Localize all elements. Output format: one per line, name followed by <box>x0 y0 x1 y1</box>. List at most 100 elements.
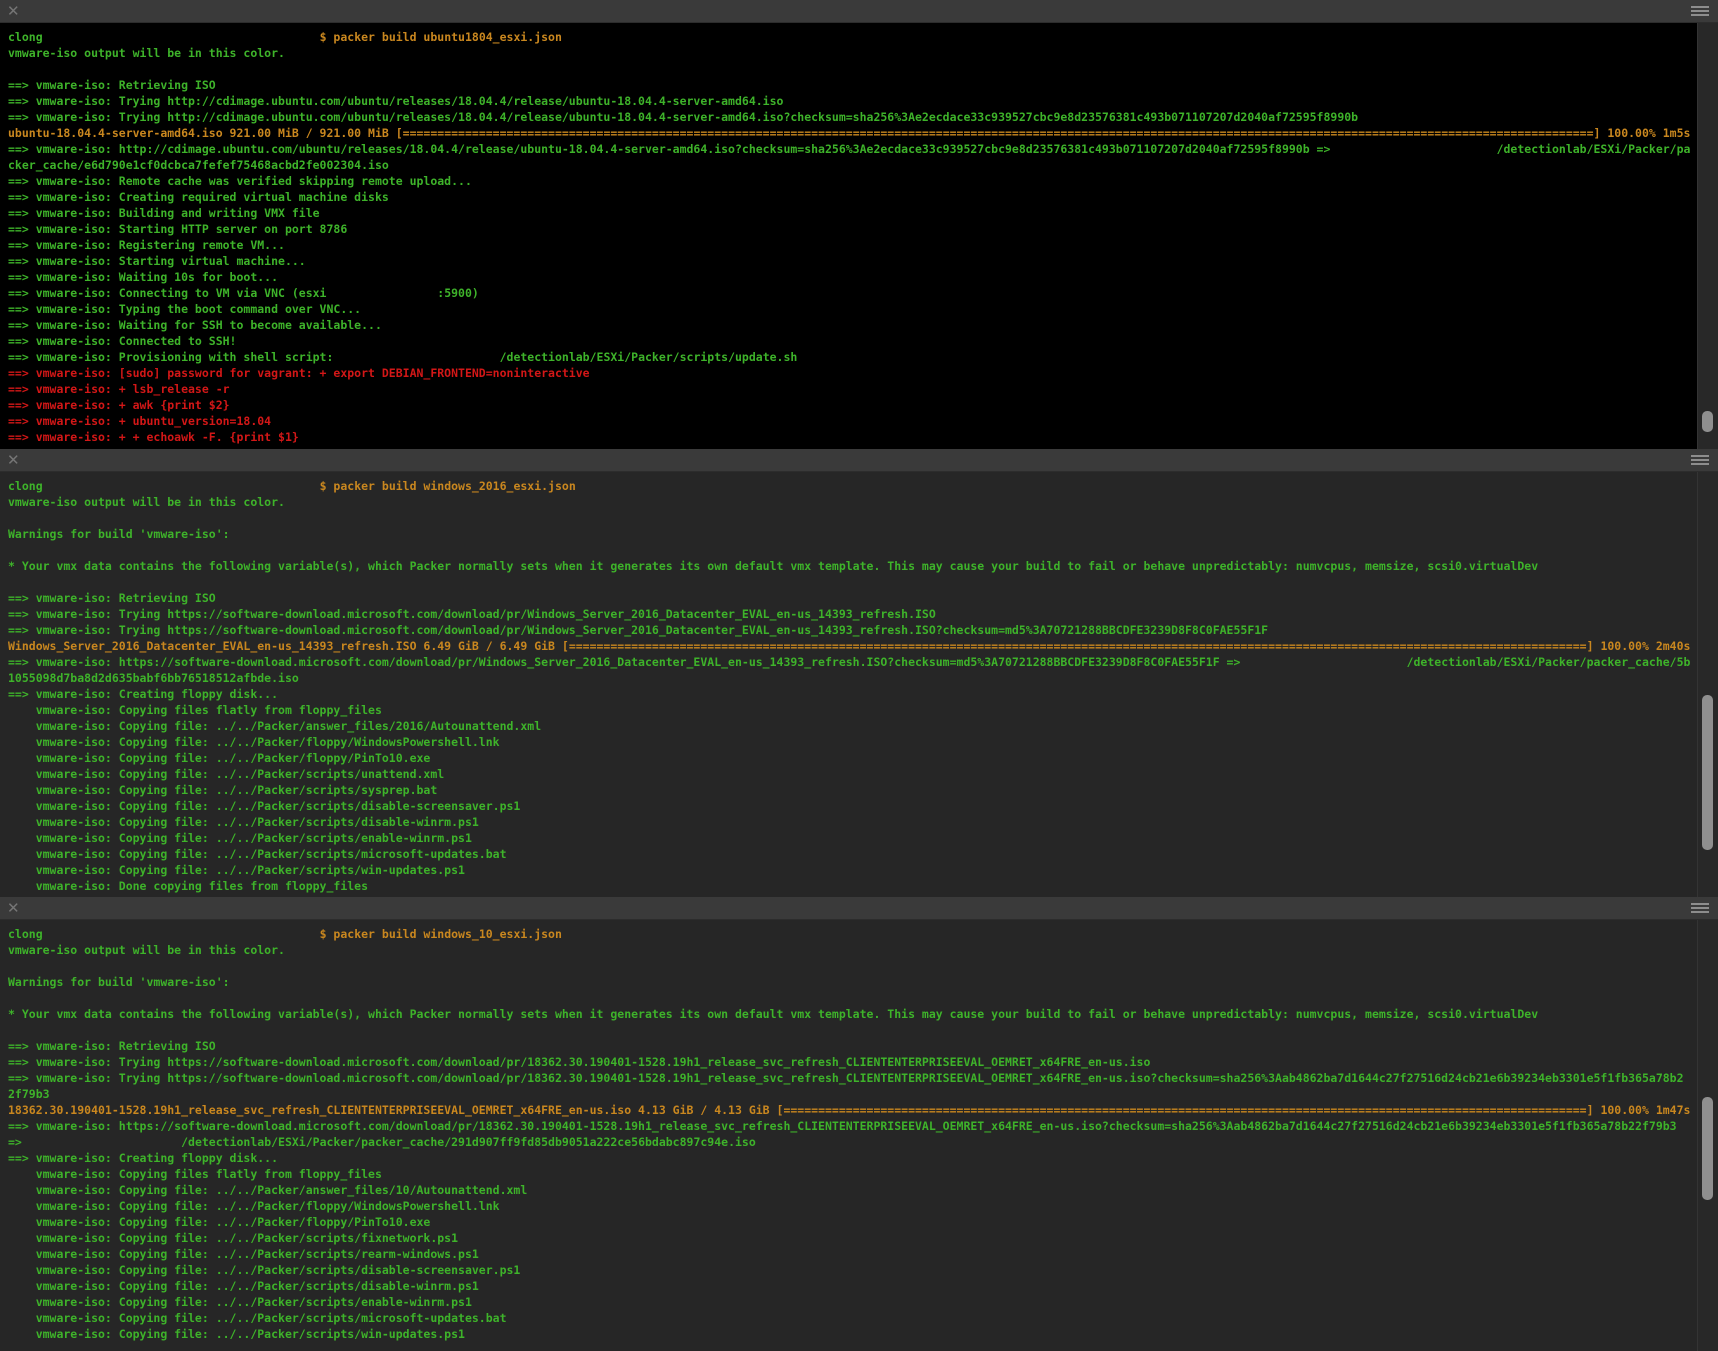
scrollbar-thumb[interactable] <box>1702 1097 1713 1200</box>
terminal-line: vmware-iso: Copying file: ../../Packer/f… <box>8 750 1698 766</box>
terminal-line: vmware-iso: Copying file: ../../Packer/a… <box>8 1182 1698 1198</box>
terminal-line <box>8 510 1698 526</box>
terminal-line: ==> vmware-iso: + ubuntu_version=18.04 <box>8 413 1698 429</box>
terminal-line <box>8 61 1698 77</box>
pane-header: ✕ <box>0 0 1718 23</box>
terminal-line: clong $ packer build ubuntu1804_esxi.jso… <box>8 29 1698 45</box>
terminal-line: cker_cache/e6d790e1cf0dcbca7fefef75468ac… <box>8 157 1698 173</box>
terminal-line <box>8 990 1698 1006</box>
terminal-line: ubuntu-18.04.4-server-amd64.iso 921.00 M… <box>8 125 1698 141</box>
terminal-line: ==> vmware-iso: Building and writing VMX… <box>8 205 1698 221</box>
terminal-line: ==> vmware-iso: https://software-downloa… <box>8 654 1698 670</box>
terminal-line: ==> vmware-iso: Connecting to VM via VNC… <box>8 285 1698 301</box>
terminal-line: ==> vmware-iso: Trying https://software-… <box>8 1054 1698 1070</box>
terminal-line: ==> vmware-iso: Trying http://cdimage.ub… <box>8 93 1698 109</box>
terminal-line: vmware-iso: Copying file: ../../Packer/f… <box>8 734 1698 750</box>
close-icon[interactable]: ✕ <box>7 451 20 469</box>
terminal-output: clong $ packer build windows_10_esxi.jso… <box>0 920 1698 1351</box>
terminal-line: vmware-iso: Copying file: ../../Packer/s… <box>8 766 1698 782</box>
terminal-line: vmware-iso: Copying file: ../../Packer/s… <box>8 782 1698 798</box>
terminal-line: vmware-iso: Copying file: ../../Packer/s… <box>8 1262 1698 1278</box>
terminal-line: vmware-iso output will be in this color. <box>8 494 1698 510</box>
terminal-line: ==> vmware-iso: Trying https://software-… <box>8 1070 1698 1086</box>
terminal-line: Warnings for build 'vmware-iso': <box>8 974 1698 990</box>
terminal-line: vmware-iso: Copying file: ../../Packer/s… <box>8 798 1698 814</box>
hamburger-icon <box>1691 907 1709 909</box>
terminal-line: vmware-iso: Copying file: ../../Packer/s… <box>8 862 1698 878</box>
terminal-line: ==> vmware-iso: Waiting 10s for boot... <box>8 269 1698 285</box>
terminal-line: vmware-iso: Copying file: ../../Packer/s… <box>8 1278 1698 1294</box>
terminal-line: ==> vmware-iso: Trying https://software-… <box>8 622 1698 638</box>
scrollbar[interactable] <box>1697 472 1718 897</box>
terminal-line: ==> vmware-iso: + awk {print $2} <box>8 397 1698 413</box>
terminal-line: vmware-iso: Copying file: ../../Packer/s… <box>8 1230 1698 1246</box>
terminal-line: vmware-iso: Copying file: ../../Packer/s… <box>8 830 1698 846</box>
terminal-line: ==> vmware-iso: Registering remote VM... <box>8 237 1698 253</box>
terminal-line: ==> vmware-iso: Retrieving ISO <box>8 590 1698 606</box>
close-icon[interactable]: ✕ <box>7 899 20 917</box>
menu-icon[interactable] <box>1691 454 1709 466</box>
terminal-pane-ubuntu1804-build: ✕ clong $ packer build ubuntu1804_esxi.j… <box>0 0 1718 449</box>
terminal-output: clong $ packer build windows_2016_esxi.j… <box>0 472 1698 897</box>
terminal-line: => /detectionlab/ESXi/Packer/packer_cach… <box>8 1134 1698 1150</box>
terminal-line: vmware-iso: Copying file: ../../Packer/f… <box>8 1198 1698 1214</box>
terminal-line <box>8 574 1698 590</box>
terminal-line: ==> vmware-iso: Remote cache was verifie… <box>8 173 1698 189</box>
terminal-line: vmware-iso output will be in this color. <box>8 942 1698 958</box>
terminal-pane-windows10-build: ✕ clong $ packer build windows_10_esxi.j… <box>0 897 1718 1351</box>
terminal-line: vmware-iso: Copying file: ../../Packer/f… <box>8 1214 1698 1230</box>
terminal-line: ==> vmware-iso: Starting virtual machine… <box>8 253 1698 269</box>
terminal-line: vmware-iso: Copying files flatly from fl… <box>8 702 1698 718</box>
terminal-line: clong $ packer build windows_2016_esxi.j… <box>8 478 1698 494</box>
terminal-line: ==> vmware-iso: Trying http://cdimage.ub… <box>8 109 1698 125</box>
hamburger-icon <box>1691 459 1709 461</box>
pane-header: ✕ <box>0 897 1718 920</box>
terminal-line: 18362.30.190401-1528.19h1_release_svc_re… <box>8 1102 1698 1118</box>
scrollbar-thumb[interactable] <box>1702 411 1713 432</box>
terminal-line: ==> vmware-iso: http://cdimage.ubuntu.co… <box>8 141 1698 157</box>
scrollbar-thumb[interactable] <box>1702 695 1713 850</box>
terminal-line: vmware-iso: Copying file: ../../Packer/s… <box>8 1326 1698 1342</box>
hamburger-icon <box>1691 10 1709 12</box>
terminal-line: 1055098d7ba8d2d635babf6bb76518512afbde.i… <box>8 670 1698 686</box>
terminal-line <box>8 958 1698 974</box>
terminal-line: ==> vmware-iso: Retrieving ISO <box>8 1038 1698 1054</box>
terminal-line: vmware-iso: Copying file: ../../Packer/s… <box>8 846 1698 862</box>
terminal-line: ==> vmware-iso: Provisioning with shell … <box>8 349 1698 365</box>
terminal-line: ==> vmware-iso: + + echoawk -F. {print $… <box>8 429 1698 445</box>
terminal-line <box>8 542 1698 558</box>
terminal-line: vmware-iso: Done copying files from flop… <box>8 878 1698 894</box>
terminal-line: 2f79b3 <box>8 1086 1698 1102</box>
terminal-line: vmware-iso: Copying file: ../../Packer/s… <box>8 814 1698 830</box>
terminal-line: Warnings for build 'vmware-iso': <box>8 526 1698 542</box>
terminal-line: vmware-iso: Copying file: ../../Packer/a… <box>8 718 1698 734</box>
terminal-line: ==> vmware-iso: [sudo] password for vagr… <box>8 365 1698 381</box>
scrollbar[interactable] <box>1697 23 1718 449</box>
terminal-line: vmware-iso output will be in this color. <box>8 45 1698 61</box>
terminal-line: * Your vmx data contains the following v… <box>8 1006 1698 1022</box>
pane-header: ✕ <box>0 449 1718 472</box>
terminal-line: ==> vmware-iso: Creating floppy disk... <box>8 686 1698 702</box>
terminal-line: ==> vmware-iso: Trying https://software-… <box>8 606 1698 622</box>
terminal-line: ==> vmware-iso: + lsb_release -r <box>8 381 1698 397</box>
close-icon[interactable]: ✕ <box>7 2 20 20</box>
scrollbar[interactable] <box>1697 920 1718 1351</box>
terminal-line: vmware-iso: Copying files flatly from fl… <box>8 1166 1698 1182</box>
terminal-line: * Your vmx data contains the following v… <box>8 558 1698 574</box>
terminal-line: ==> vmware-iso: Waiting for SSH to becom… <box>8 317 1698 333</box>
terminal-line: vmware-iso: Copying file: ../../Packer/s… <box>8 1246 1698 1262</box>
terminal-line: Windows_Server_2016_Datacenter_EVAL_en-u… <box>8 638 1698 654</box>
terminal-line: vmware-iso: Copying file: ../../Packer/s… <box>8 1310 1698 1326</box>
terminal-line: ==> vmware-iso: https://software-downloa… <box>8 1118 1698 1134</box>
terminal-output: clong $ packer build ubuntu1804_esxi.jso… <box>0 23 1698 449</box>
terminal-line: ==> vmware-iso: Connected to SSH! <box>8 333 1698 349</box>
terminal-line: vmware-iso: Copying file: ../../Packer/s… <box>8 1294 1698 1310</box>
terminal-line: ==> vmware-iso: Creating floppy disk... <box>8 1150 1698 1166</box>
menu-icon[interactable] <box>1691 5 1709 17</box>
menu-icon[interactable] <box>1691 902 1709 914</box>
terminal-line: clong $ packer build windows_10_esxi.jso… <box>8 926 1698 942</box>
terminal-line: ==> vmware-iso: Typing the boot command … <box>8 301 1698 317</box>
terminal-line: ==> vmware-iso: Starting HTTP server on … <box>8 221 1698 237</box>
terminal-line <box>8 1022 1698 1038</box>
terminal-line: ==> vmware-iso: Retrieving ISO <box>8 77 1698 93</box>
